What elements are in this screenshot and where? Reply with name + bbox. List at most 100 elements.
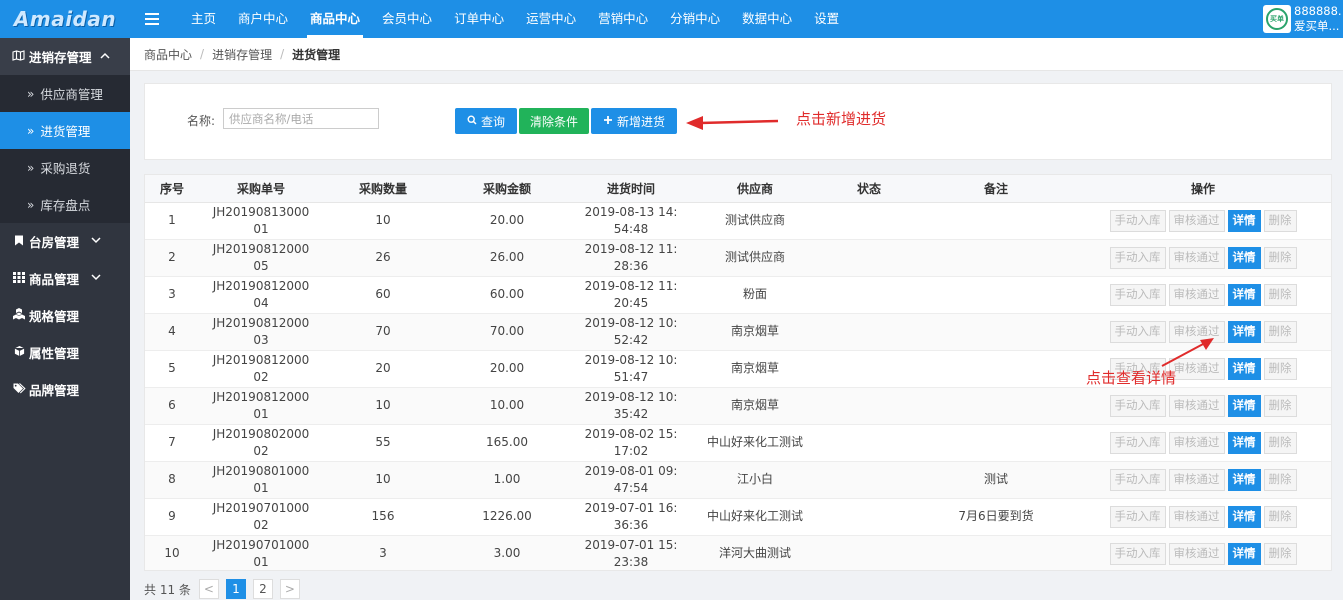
manual-stock-in-button[interactable]: 手动入库 (1109, 542, 1166, 565)
sidebar-submenu: » 供应商管理 » 进货管理 » 采购退货 » 库存盘点 (0, 75, 130, 223)
topnav-item[interactable]: 主页 (180, 0, 227, 38)
approve-button[interactable]: 审核通过 (1168, 320, 1225, 343)
detail-button[interactable]: 详情 (1227, 505, 1261, 528)
detail-button[interactable]: 详情 (1227, 394, 1261, 417)
sidebar-item[interactable]: 属性管理 (0, 334, 130, 371)
approve-button[interactable]: 审核通过 (1168, 209, 1225, 232)
page-button[interactable]: 1 (225, 579, 246, 599)
next-page-button[interactable]: > (279, 579, 300, 599)
purchase-amount: 1226.00 (482, 509, 532, 523)
topnav-item[interactable]: 分销中心 (659, 0, 731, 38)
prev-page-button[interactable]: < (198, 579, 219, 599)
annotation-detail: 点击查看详情 (1086, 369, 1177, 387)
approve-button[interactable]: 审核通过 (1168, 431, 1225, 454)
search-button-label: 查询 (480, 114, 505, 129)
page-button[interactable]: 2 (252, 579, 273, 599)
purchase-time: 2019-08-13 14:54:48 (584, 204, 678, 236)
app-logo[interactable]: Amaidan (0, 0, 130, 38)
purchase-amount-cell: 10.00 (443, 387, 571, 425)
delete-button[interactable]: 删除 (1263, 246, 1297, 269)
avatar[interactable]: 买单 (1263, 5, 1291, 33)
sidebar-item[interactable]: 台房管理 (0, 223, 130, 260)
row-number: 8 (168, 472, 176, 486)
sidebar-item[interactable]: 商品管理 (0, 260, 130, 297)
sidebar-subitem[interactable]: » 库存盘点 (0, 186, 130, 223)
purchase-qty: 10 (375, 398, 391, 412)
approve-button[interactable]: 审核通过 (1168, 394, 1225, 417)
search-button[interactable]: 查询 (455, 108, 517, 134)
approve-button[interactable]: 审核通过 (1168, 468, 1225, 491)
manual-stock-in-button[interactable]: 手动入库 (1109, 209, 1166, 232)
manual-stock-in-button[interactable]: 手动入库 (1109, 246, 1166, 269)
detail-button[interactable]: 详情 (1227, 209, 1261, 232)
delete-button[interactable]: 删除 (1263, 209, 1297, 232)
breadcrumb-separator: / (200, 47, 205, 61)
sidebar-group-inventory[interactable]: 进销存管理 (0, 38, 130, 75)
name-label: 名称: (187, 114, 216, 128)
approve-button[interactable]: 审核通过 (1168, 357, 1225, 380)
add-purchase-button[interactable]: 新增进货 (591, 108, 677, 134)
detail-button[interactable]: 详情 (1227, 468, 1261, 491)
purchase-time: 2019-07-01 16:36:36 (584, 500, 678, 532)
manual-stock-in-button[interactable]: 手动入库 (1109, 468, 1166, 491)
delete-button[interactable]: 删除 (1263, 505, 1297, 528)
name-search-input[interactable] (223, 108, 379, 129)
breadcrumb-item[interactable]: 进销存管理 (212, 46, 272, 63)
sidebar-subitem[interactable]: » 进货管理 (0, 112, 130, 149)
approve-button[interactable]: 审核通过 (1168, 505, 1225, 528)
breadcrumb-item[interactable]: 商品中心 (144, 46, 192, 63)
detail-button[interactable]: 详情 (1227, 357, 1261, 380)
topnav-item[interactable]: 订单中心 (443, 0, 515, 38)
cube-icon (12, 345, 26, 360)
topnav-item[interactable]: 营销中心 (587, 0, 659, 38)
supplier-name: 中山好来化工测试 (706, 509, 803, 523)
manual-stock-in-button[interactable]: 手动入库 (1109, 283, 1166, 306)
remark-cell (919, 387, 1073, 425)
status-cell (819, 202, 919, 240)
sidebar-item-label: 商品管理 (29, 272, 80, 287)
delete-button[interactable]: 删除 (1263, 283, 1297, 306)
delete-button[interactable]: 删除 (1263, 542, 1297, 565)
delete-button[interactable]: 删除 (1263, 320, 1297, 343)
tags-icon (12, 382, 26, 397)
delete-button[interactable]: 删除 (1263, 394, 1297, 417)
remark-cell (919, 535, 1073, 570)
approve-button[interactable]: 审核通过 (1168, 246, 1225, 269)
delete-button[interactable]: 删除 (1263, 357, 1297, 380)
clear-button[interactable]: 清除条件 (519, 108, 589, 134)
detail-button[interactable]: 详情 (1227, 542, 1261, 565)
operations-cell: 手动入库 审核通过 详情 删除 (1073, 387, 1331, 425)
purchase-qty-cell: 26 (323, 239, 443, 277)
detail-button[interactable]: 详情 (1227, 246, 1261, 269)
sidebar-item[interactable]: 品牌管理 (0, 371, 130, 408)
menu-toggle-icon[interactable] (140, 7, 164, 31)
sidebar-subitem[interactable]: » 采购退货 (0, 149, 130, 186)
sidebar-item[interactable]: 规格管理 (0, 297, 130, 334)
detail-button[interactable]: 详情 (1227, 283, 1261, 306)
purchase-time: 2019-08-02 15:17:02 (584, 426, 678, 458)
manual-stock-in-button[interactable]: 手动入库 (1109, 394, 1166, 417)
topnav-item[interactable]: 数据中心 (731, 0, 803, 38)
avatar-logo-icon: 买单 (1266, 8, 1288, 30)
delete-button[interactable]: 删除 (1263, 431, 1297, 454)
manual-stock-in-button[interactable]: 手动入库 (1109, 320, 1166, 343)
purchase-qty: 10 (375, 213, 391, 227)
topnav-item[interactable]: 商品中心 (299, 0, 371, 38)
user-info[interactable]: 888888... 爱买单... (1294, 4, 1342, 34)
approve-button[interactable]: 审核通过 (1168, 283, 1225, 306)
topnav-item[interactable]: 运营中心 (515, 0, 587, 38)
user-menu[interactable]: 买单 888888... 爱买单... (1262, 0, 1343, 38)
topnav-item[interactable]: 设置 (803, 0, 850, 38)
detail-button[interactable]: 详情 (1227, 431, 1261, 454)
manual-stock-in-button[interactable]: 手动入库 (1109, 505, 1166, 528)
table-row: 9 JH2019070100002 156 1226.00 2019-07-01 16:… (145, 498, 1331, 536)
topnav-item[interactable]: 商户中心 (227, 0, 299, 38)
sidebar-subitem[interactable]: » 供应商管理 (0, 75, 130, 112)
topnav-item[interactable]: 会员中心 (371, 0, 443, 38)
detail-button[interactable]: 详情 (1227, 320, 1261, 343)
delete-button[interactable]: 删除 (1263, 468, 1297, 491)
supplier-name-cell: 南京烟草 (691, 313, 819, 351)
purchase-amount-cell: 70.00 (443, 313, 571, 351)
manual-stock-in-button[interactable]: 手动入库 (1109, 431, 1166, 454)
approve-button[interactable]: 审核通过 (1168, 542, 1225, 565)
